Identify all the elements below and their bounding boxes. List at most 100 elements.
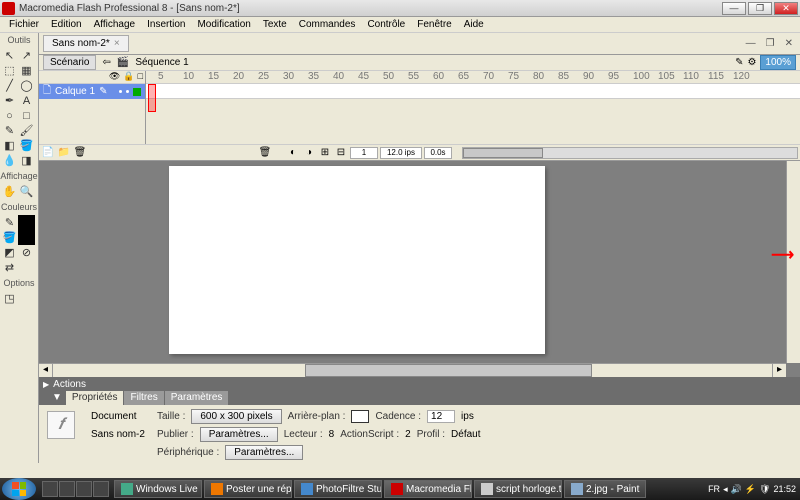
eraser-tool[interactable]: ◨	[18, 153, 35, 168]
actions-panel-header[interactable]: ▶ Actions	[39, 377, 800, 391]
ql-icon[interactable]	[42, 481, 58, 497]
lock-icon[interactable]: 🔒	[123, 71, 134, 83]
horizontal-scrollbar[interactable]: ◂ ▸	[39, 363, 786, 377]
menu-commands[interactable]: Commandes	[294, 19, 361, 30]
new-layer-icon[interactable]: 📄	[41, 146, 55, 160]
rectangle-tool[interactable]: □	[18, 108, 35, 123]
menu-modify[interactable]: Modification	[192, 19, 255, 30]
collapse-icon[interactable]: ▼	[49, 391, 65, 405]
doc-restore-button[interactable]: ❐	[763, 38, 778, 49]
layer-row[interactable]: 🗋 Calque 1 ✎	[39, 84, 145, 99]
taskbar-item[interactable]: 2.jpg - Paint	[564, 480, 646, 498]
close-button[interactable]: ✕	[774, 2, 798, 15]
taskbar-item[interactable]: Windows Live M...	[114, 480, 202, 498]
fill-color-swatch[interactable]: 🪣	[1, 230, 18, 245]
edit-symbol-icon[interactable]: ⚙	[747, 57, 756, 68]
current-frame-field[interactable]: 1	[350, 147, 378, 159]
delete-trash-icon[interactable]: 🗑	[258, 146, 272, 160]
paint-bucket-tool[interactable]: 🪣	[18, 138, 35, 153]
doc-close-button[interactable]: ✕	[782, 38, 796, 49]
swap-colors[interactable]: ⇄	[1, 260, 18, 275]
tray-icon[interactable]: 🔊	[731, 484, 742, 495]
size-button[interactable]: 600 x 300 pixels	[191, 409, 281, 424]
fps-field[interactable]: 12.0 ips	[380, 147, 422, 159]
tray-icon[interactable]: ⚡	[745, 484, 756, 495]
edit-frames-icon[interactable]: ⊞	[318, 146, 332, 160]
ql-icon[interactable]	[93, 481, 109, 497]
tab-parameters[interactable]: Paramètres	[165, 391, 229, 405]
onion-outline-icon[interactable]: ◑	[302, 146, 316, 160]
ink-bottle-tool[interactable]: ◧	[1, 138, 18, 153]
timeline-scrollbar[interactable]	[462, 147, 798, 159]
outline-icon[interactable]: □	[138, 71, 143, 83]
stage-canvas[interactable]	[169, 166, 545, 354]
tab-close-icon[interactable]: ×	[114, 38, 120, 49]
timeline-ruler[interactable]: 5101520253035404550556065707580859095100…	[146, 71, 800, 84]
menu-window[interactable]: Fenêtre	[412, 19, 456, 30]
tool-option[interactable]: ◳	[1, 291, 18, 306]
publish-settings-button[interactable]: Paramètres...	[200, 427, 278, 442]
cadence-input[interactable]	[427, 410, 455, 423]
device-settings-button[interactable]: Paramètres...	[225, 445, 303, 460]
menu-help[interactable]: Aide	[459, 19, 489, 30]
default-colors[interactable]: ◩	[1, 245, 18, 260]
lasso-tool[interactable]: ◯	[18, 78, 35, 93]
document-tabs: Sans nom-2* × — ❐ ✕	[39, 33, 800, 55]
menu-insert[interactable]: Insertion	[142, 19, 190, 30]
stroke-color-swatch[interactable]: ✎	[1, 215, 18, 230]
brush-tool[interactable]: 🖌	[18, 123, 35, 138]
taskbar-item[interactable]: PhotoFiltre Studi...	[294, 480, 382, 498]
lang-indicator[interactable]: FR	[708, 484, 720, 494]
tray-icon[interactable]: 🛡	[759, 484, 770, 495]
oval-tool[interactable]: ○	[1, 108, 18, 123]
onion-skin-icon[interactable]: ◐	[286, 146, 300, 160]
ql-icon[interactable]	[59, 481, 75, 497]
document-tab[interactable]: Sans nom-2* ×	[43, 35, 129, 52]
subselection-tool[interactable]: ↗	[18, 48, 35, 63]
start-button[interactable]	[2, 478, 36, 500]
maximize-button[interactable]: ❐	[748, 2, 772, 15]
free-transform-tool[interactable]: ⬚	[1, 63, 18, 78]
zoom-field[interactable]: 100%	[760, 55, 796, 70]
selection-tool[interactable]: ↖	[1, 48, 18, 63]
modify-markers-icon[interactable]: ⊟	[334, 146, 348, 160]
stroke-color[interactable]	[18, 215, 35, 230]
text-tool[interactable]: A	[18, 93, 35, 108]
minimize-button[interactable]: —	[722, 2, 746, 15]
edit-scene-icon[interactable]: ✎	[735, 57, 743, 68]
clock[interactable]: 21:52	[773, 484, 796, 494]
back-icon[interactable]: ⇦	[102, 57, 110, 68]
gradient-tool[interactable]: ▦	[18, 63, 35, 78]
layer-outline-color[interactable]	[133, 88, 141, 96]
frame-strip[interactable]	[146, 84, 800, 99]
pencil-tool[interactable]: ✎	[1, 123, 18, 138]
ql-icon[interactable]	[76, 481, 92, 497]
tab-properties[interactable]: Propriétés	[66, 391, 124, 405]
eyedropper-tool[interactable]: 💧	[1, 153, 18, 168]
playhead[interactable]	[148, 84, 156, 112]
menu-edit[interactable]: Edition	[46, 19, 87, 30]
toolbox-colors-label: Couleurs	[0, 200, 38, 214]
fill-color[interactable]	[18, 230, 35, 245]
taskbar-item[interactable]: script horloge.txt...	[474, 480, 562, 498]
show-hide-icon[interactable]: 👁	[109, 71, 120, 83]
doc-minimize-button[interactable]: —	[743, 38, 759, 49]
new-folder-icon[interactable]: 📁	[57, 146, 71, 160]
menu-text[interactable]: Texte	[258, 19, 292, 30]
menu-control[interactable]: Contrôle	[362, 19, 410, 30]
line-tool[interactable]: ╱	[1, 78, 18, 93]
delete-layer-icon[interactable]: 🗑	[73, 146, 87, 160]
tab-filters[interactable]: Filtres	[124, 391, 163, 405]
zoom-tool[interactable]: 🔍	[18, 184, 35, 199]
pen-tool[interactable]: ✒	[1, 93, 18, 108]
tray-icon[interactable]: ◂	[723, 484, 728, 495]
scenario-button[interactable]: Scénario	[43, 55, 96, 70]
menu-view[interactable]: Affichage	[89, 19, 141, 30]
no-color[interactable]: ⊘	[18, 245, 35, 260]
menu-file[interactable]: Fichier	[4, 19, 44, 30]
window-title: Macromedia Flash Professional 8 - [Sans …	[19, 3, 722, 14]
hand-tool[interactable]: ✋	[1, 184, 18, 199]
taskbar-item[interactable]: Poster une répo...	[204, 480, 292, 498]
background-swatch[interactable]	[351, 410, 369, 423]
taskbar-item-active[interactable]: Macromedia Fla...	[384, 480, 472, 498]
